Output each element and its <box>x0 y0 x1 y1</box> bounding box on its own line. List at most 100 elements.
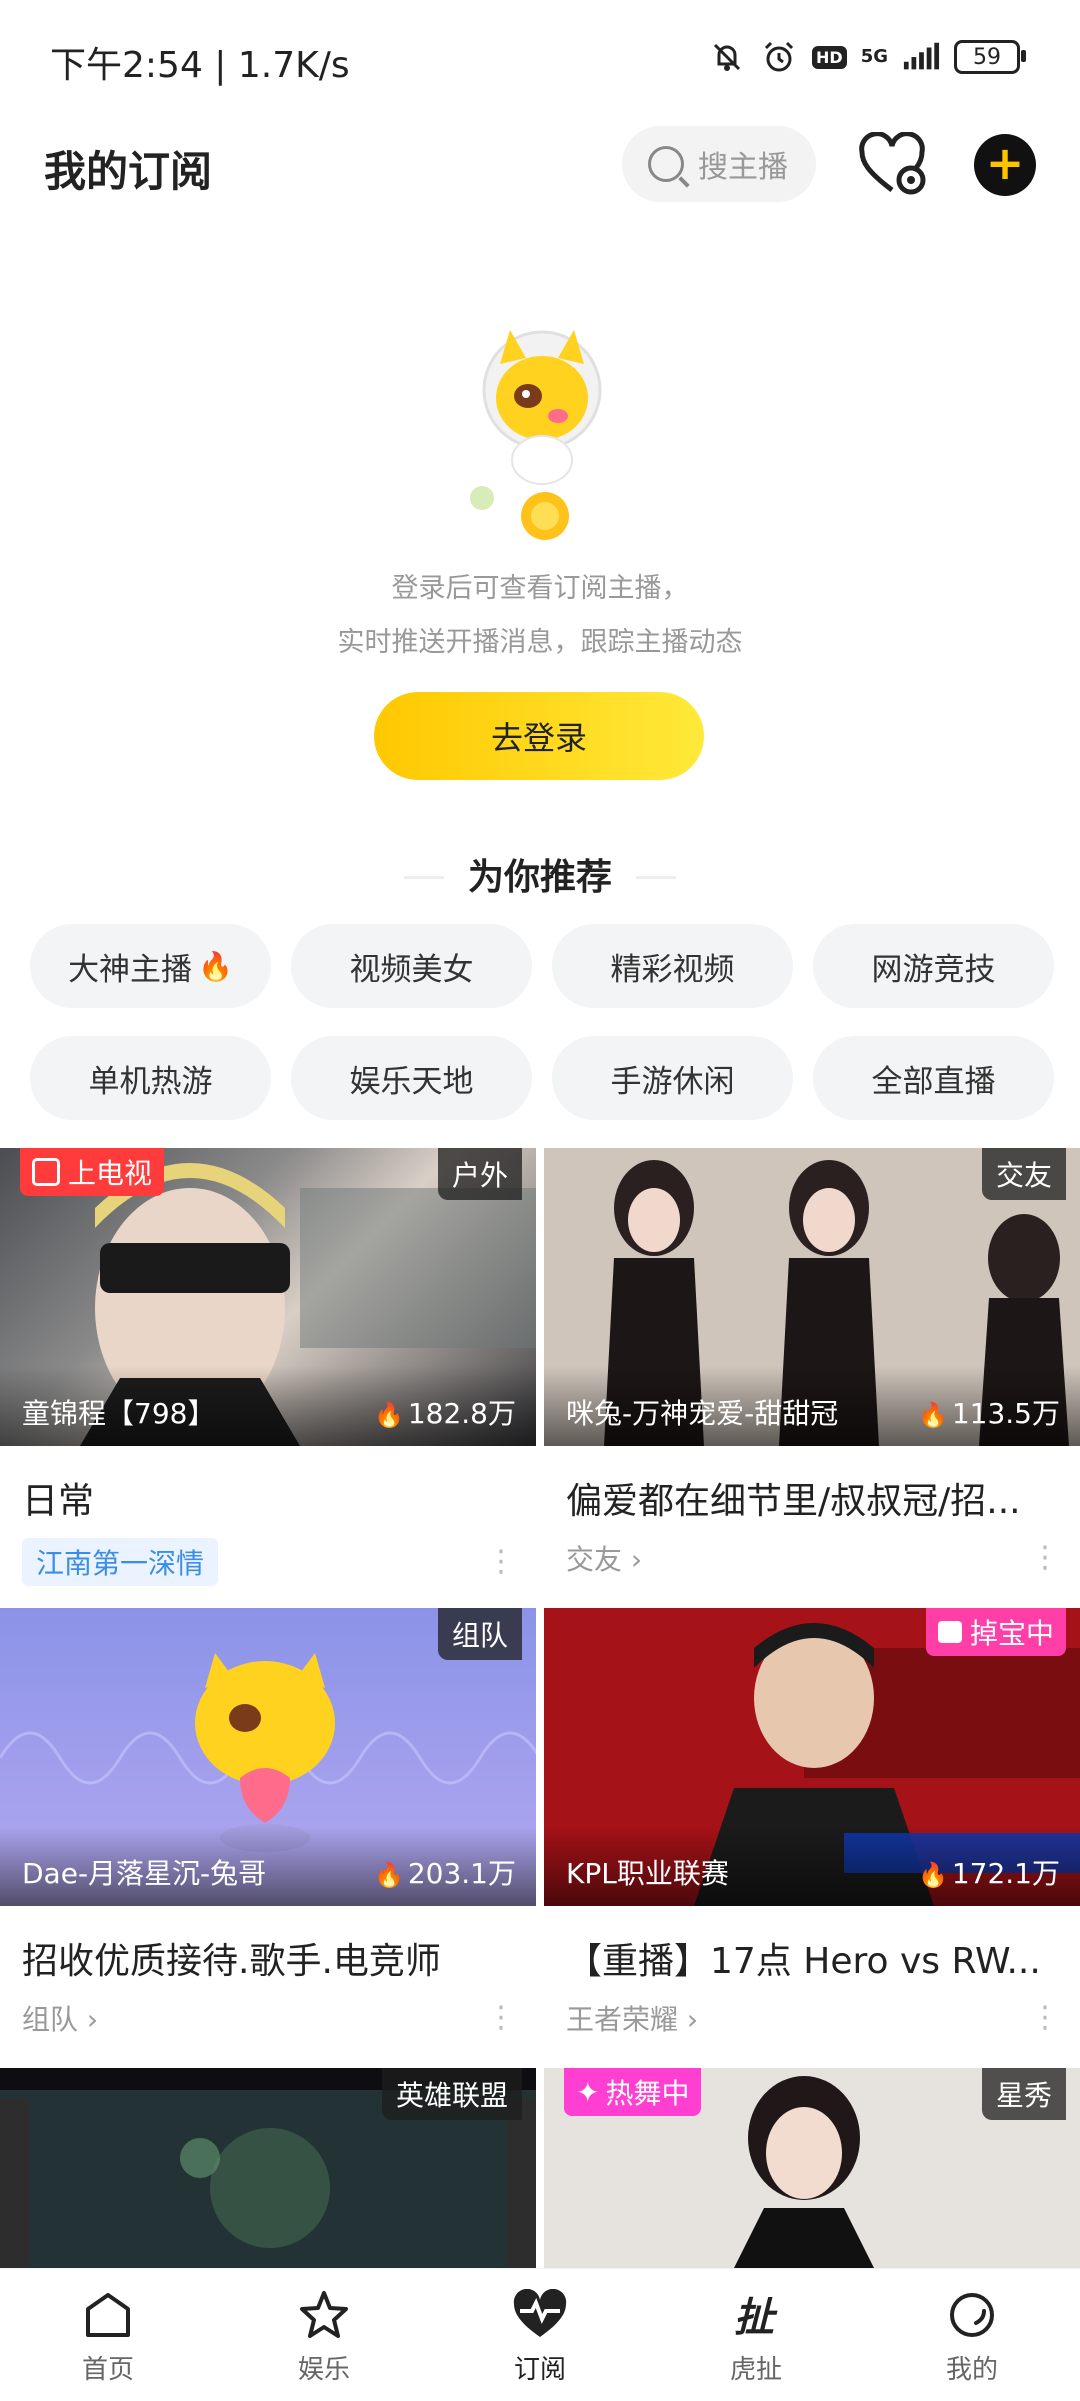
category-label: 交友 <box>566 1543 623 1576</box>
category-tag: 组队 <box>437 1608 522 1660</box>
tv-icon <box>32 1158 60 1186</box>
add-button[interactable]: + <box>974 134 1036 196</box>
tab-me[interactable]: 我的 <box>864 2269 1080 2401</box>
empty-line-1: 登录后可查看订阅主播， <box>391 573 689 604</box>
chip-label: 全部直播 <box>871 1063 996 1100</box>
category-link[interactable]: 王者荣耀 › <box>566 1998 698 2038</box>
stream-thumbnail: ✦ 热舞中 星秀 <box>544 2068 1080 2268</box>
on-tv-tag: 上电视 <box>20 1148 165 1196</box>
stream-thumbnail: 英雄联盟 <box>0 2068 536 2268</box>
drop-tag: 掉宝中 <box>925 1608 1066 1656</box>
left-tag-label: 上电视 <box>68 1157 153 1190</box>
fire-icon: 🔥 <box>198 949 233 983</box>
stream-thumbnail: 组队 Dae-月落星沉-兔哥 🔥 203.1万 <box>0 1608 536 1906</box>
stream-title: 招收优质接待.歌手.电竞师 <box>22 1941 441 1982</box>
chip-great-video[interactable]: 精彩视频 <box>552 924 793 1008</box>
chip-master-streamer[interactable]: 大神主播 🔥 <box>30 924 271 1008</box>
page-title: 我的订阅 <box>44 147 213 196</box>
category-link[interactable]: 组队 › <box>22 1998 98 2038</box>
heat-icon: 🔥 <box>373 1861 404 1889</box>
chip-entertainment[interactable]: 娱乐天地 <box>291 1036 532 1120</box>
chip-mobile-games[interactable]: 手游休闲 <box>552 1036 793 1120</box>
chip-label: 网游竞技 <box>871 951 996 988</box>
top-header: 我的订阅 搜主播 + <box>0 110 1080 220</box>
dance-tag: ✦ 热舞中 <box>564 2068 702 2116</box>
card-meta: 交友 › ⋮ <box>566 1538 1060 1578</box>
stream-card[interactable]: 组队 Dae-月落星沉-兔哥 🔥 203.1万 招收优质接待.歌手.电竞师 组队 … <box>0 1608 536 2058</box>
card-meta: 王者荣耀 › ⋮ <box>566 1998 1060 2038</box>
heart-gear-icon <box>859 131 926 195</box>
left-tag-label: 热舞中 <box>605 2077 690 2110</box>
left-tag-label: 掉宝中 <box>969 1617 1054 1650</box>
chip-video-beauty[interactable]: 视频美女 <box>291 924 532 1008</box>
tab-entertainment[interactable]: 娱乐 <box>216 2269 432 2401</box>
chip-label: 娱乐天地 <box>349 1063 474 1100</box>
stream-card[interactable]: 英雄联盟 <box>0 2068 536 2268</box>
status-bar: 下午2:54 | 1.7K/s HD 5G 59 <box>0 0 1080 110</box>
tab-subscribe[interactable]: 订阅 <box>432 2269 648 2401</box>
chevron-right-icon: › <box>686 2003 699 2036</box>
category-link[interactable]: 交友 › <box>566 1538 642 1578</box>
chip-label: 单机热游 <box>88 1063 213 1100</box>
stream-title: 偏爱都在细节里/叔叔冠/招... <box>566 1481 1021 1522</box>
more-icon[interactable]: ⋮ <box>486 2003 516 2033</box>
search-box[interactable]: 搜主播 <box>622 126 816 202</box>
search-icon <box>648 146 684 182</box>
chevron-right-icon: › <box>630 1543 643 1576</box>
star-icon <box>300 2291 348 2338</box>
more-icon[interactable]: ⋮ <box>1030 2003 1060 2033</box>
huche-icon: 扯 <box>734 2295 778 2341</box>
stream-thumbnail: 掉宝中 KPL职业联赛 🔥 172.1万 <box>544 1608 1080 1906</box>
card-meta: 组队 › ⋮ <box>22 1998 516 2038</box>
stream-card[interactable]: 上电视 户外 童锦程【798】 🔥 182.8万 日常 江南第一深情 ⋮ <box>0 1148 536 1598</box>
chip-label: 手游休闲 <box>610 1063 735 1100</box>
streamer-name: 童锦程【798】 <box>22 1397 216 1430</box>
chevron-right-icon: › <box>86 2003 99 2036</box>
status-icons: HD 5G 59 <box>708 38 1026 76</box>
tab-huche[interactable]: 扯 虎扯 <box>648 2269 864 2401</box>
hd-badge: HD <box>812 45 847 69</box>
chip-all-live[interactable]: 全部直播 <box>813 1036 1054 1120</box>
category-chips: 大神主播 🔥 视频美女 精彩视频 网游竞技 单机热游 娱乐天地 手游休闲 全部直播 <box>30 924 1054 1120</box>
stream-card[interactable]: 掉宝中 KPL职业联赛 🔥 172.1万 【重播】17点 Hero vs RW..… <box>544 1608 1080 2058</box>
viewer-value: 113.5万 <box>951 1397 1060 1430</box>
empty-line-2: 实时推送开播消息，跟踪主播动态 <box>337 627 743 658</box>
viewer-count: 🔥 172.1万 <box>918 1852 1060 1892</box>
category-tag: 星秀 <box>981 2068 1066 2120</box>
login-button[interactable]: 去登录 <box>374 692 704 780</box>
home-icon <box>86 2293 130 2337</box>
stream-card[interactable]: 交友 咪兔-万神宠爱-甜甜冠 🔥 113.5万 偏爱都在细节里/叔叔冠/招... … <box>544 1148 1080 1598</box>
chip-label: 大神主播 <box>68 951 193 988</box>
chip-online-esports[interactable]: 网游竞技 <box>813 924 1054 1008</box>
category-tag: 英雄联盟 <box>381 2068 522 2120</box>
tab-label: 首页 <box>81 2355 134 2385</box>
tab-label: 娱乐 <box>297 2355 350 2385</box>
more-icon[interactable]: ⋮ <box>1030 1543 1060 1573</box>
battery-indicator: 59 <box>954 40 1026 74</box>
viewer-value: 182.8万 <box>407 1397 516 1430</box>
svg-text:扯: 扯 <box>734 2295 778 2341</box>
empty-message: 登录后可查看订阅主播， 实时推送开播消息，跟踪主播动态 <box>0 562 1080 670</box>
signal-icon <box>902 38 940 76</box>
heat-icon: 🔥 <box>917 1401 948 1429</box>
tab-label: 我的 <box>945 2355 998 2385</box>
category-tag: 交友 <box>981 1148 1066 1200</box>
viewer-value: 172.1万 <box>951 1857 1060 1890</box>
chip-label: 精彩视频 <box>610 951 735 988</box>
sparkle-icon: ✦ <box>576 2075 600 2109</box>
tab-home[interactable]: 首页 <box>0 2269 216 2401</box>
viewer-count: 🔥 203.1万 <box>374 1852 516 1892</box>
category-label: 王者荣耀 <box>566 2003 679 2036</box>
streamer-name: Dae-月落星沉-兔哥 <box>22 1857 267 1890</box>
subscribe-settings-button[interactable] <box>858 131 930 198</box>
stream-title: 日常 <box>22 1481 95 1522</box>
stream-card[interactable]: ✦ 热舞中 星秀 <box>544 2068 1080 2268</box>
tab-label: 虎扯 <box>729 2355 782 2385</box>
bottom-tab-bar: 首页 娱乐 订阅 扯 虎扯 我的 <box>0 2268 1080 2401</box>
mute-bell-icon <box>708 38 746 76</box>
more-icon[interactable]: ⋮ <box>486 1547 516 1577</box>
viewer-count: 🔥 182.8万 <box>374 1392 516 1432</box>
chip-label: 视频美女 <box>349 951 474 988</box>
network-type: 5G <box>860 46 888 67</box>
chip-single-games[interactable]: 单机热游 <box>30 1036 271 1120</box>
